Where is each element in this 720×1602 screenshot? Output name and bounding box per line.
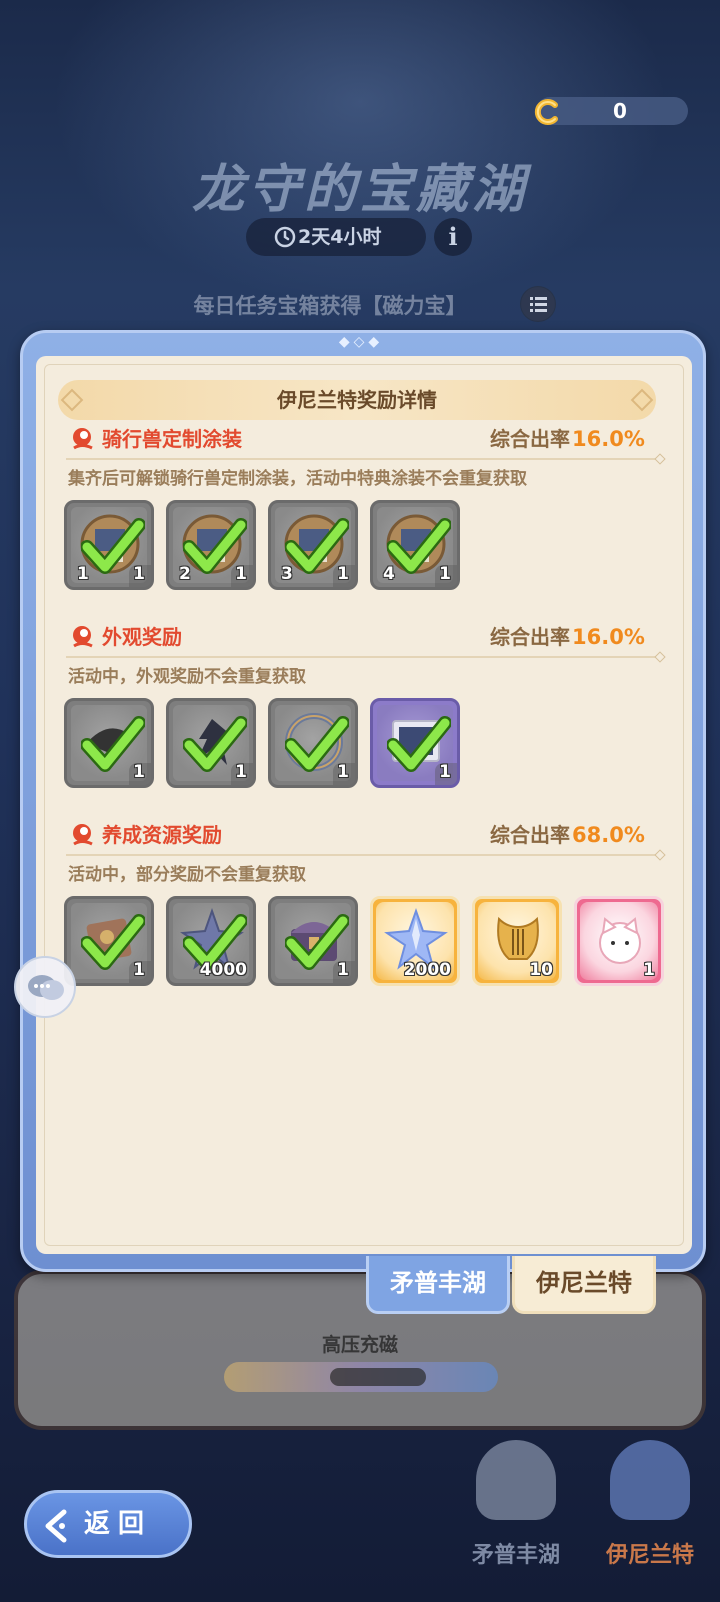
lake-label: 伊尼兰特 — [605, 1543, 694, 1568]
item-count: 1 — [235, 564, 247, 584]
item-count: 1 — [643, 960, 655, 980]
clock-icon — [274, 226, 296, 248]
modal-title: 伊尼兰特奖励详情 — [277, 388, 437, 412]
reward-item[interactable]: 1 — [574, 896, 664, 986]
section-rate-value: 16.0% — [572, 625, 645, 649]
reward-item[interactable]: 2 1 — [166, 500, 256, 590]
section-bullet-icon — [73, 428, 93, 450]
item-count: 1 — [439, 564, 451, 584]
section-divider — [66, 854, 658, 856]
item-count: 1 — [337, 960, 349, 980]
reward-item[interactable]: 4000 — [166, 896, 256, 986]
charge-label: 高压充磁 — [321, 1334, 398, 1356]
item-count: 2000 — [403, 960, 451, 980]
info-button[interactable]: i — [434, 218, 472, 256]
item-count: 1 — [337, 762, 349, 782]
section-description: 活动中，外观奖励不会重复获取 — [68, 667, 306, 687]
horseshoe-magnet-icon — [534, 99, 558, 125]
shell-icon — [610, 1440, 690, 1520]
reward-item[interactable]: 2000 — [370, 896, 460, 986]
reward-item[interactable]: 1 — [370, 698, 460, 788]
modal-deco: ◆◇◆ — [338, 334, 384, 350]
reward-item[interactable]: 1 — [268, 698, 358, 788]
list-icon[interactable] — [520, 286, 556, 322]
section-title: 养成资源奖励 — [102, 823, 222, 847]
reward-item[interactable]: 1 — [268, 896, 358, 986]
tab-mopufeng-lake[interactable]: 矛普丰湖 — [366, 1256, 510, 1314]
charge-bar-track — [330, 1368, 426, 1386]
section-divider — [66, 458, 658, 460]
reward-item[interactable]: 1 — [64, 896, 154, 986]
back-arrow-icon — [45, 1509, 67, 1543]
section-rate-value: 68.0% — [572, 823, 645, 847]
reward-item[interactable]: 1 1 — [64, 500, 154, 590]
section-rate-label: 综合出率 — [490, 625, 570, 649]
item-count: 4000 — [199, 960, 247, 980]
item-count: 1 — [235, 762, 247, 782]
currency-value: 0 — [613, 99, 627, 123]
chat-button[interactable] — [14, 956, 76, 1018]
reward-item[interactable]: 3 1 — [268, 500, 358, 590]
item-count: 10 — [529, 960, 553, 980]
section-bullet-icon — [73, 824, 93, 846]
section-divider — [66, 656, 658, 658]
daily-task-text: 每日任务宝箱获得【磁力宝】 — [193, 294, 467, 318]
section-description: 活动中，部分奖励不会重复获取 — [68, 865, 306, 885]
section-title: 骑行兽定制涂装 — [102, 427, 242, 451]
item-count: 1 — [439, 762, 451, 782]
item-count: 1 — [133, 762, 145, 782]
section-rate-label: 综合出率 — [490, 823, 570, 847]
reward-item[interactable]: 1 — [64, 698, 154, 788]
section-description: 集齐后可解锁骑行兽定制涂装，活动中特典涂装不会重复获取 — [68, 469, 527, 489]
event-timer: 2天4小时 — [246, 218, 426, 256]
item-count: 1 — [133, 564, 145, 584]
lake-button-ynlante[interactable]: 伊尼兰特 — [580, 1440, 720, 1590]
reward-item[interactable]: 4 1 — [370, 500, 460, 590]
lake-button-mopufeng[interactable]: 矛普丰湖 — [446, 1440, 586, 1590]
reward-item[interactable]: 1 — [166, 698, 256, 788]
section-bullet-icon — [73, 626, 93, 648]
paper-border — [44, 364, 684, 1246]
reward-item[interactable]: 10 — [472, 896, 562, 986]
section-title: 外观奖励 — [102, 625, 182, 649]
section-rate-label: 综合出率 — [490, 427, 570, 451]
lake-label: 矛普丰湖 — [471, 1543, 560, 1568]
item-count: 1 — [337, 564, 349, 584]
chat-bubble-icon — [28, 975, 64, 1000]
back-button-label: 返回 — [84, 1509, 153, 1539]
shell-icon — [476, 1440, 556, 1520]
tab-ynlante[interactable]: 伊尼兰特 — [512, 1256, 656, 1314]
section-rate-value: 16.0% — [572, 427, 645, 451]
item-count: 1 — [133, 960, 145, 980]
